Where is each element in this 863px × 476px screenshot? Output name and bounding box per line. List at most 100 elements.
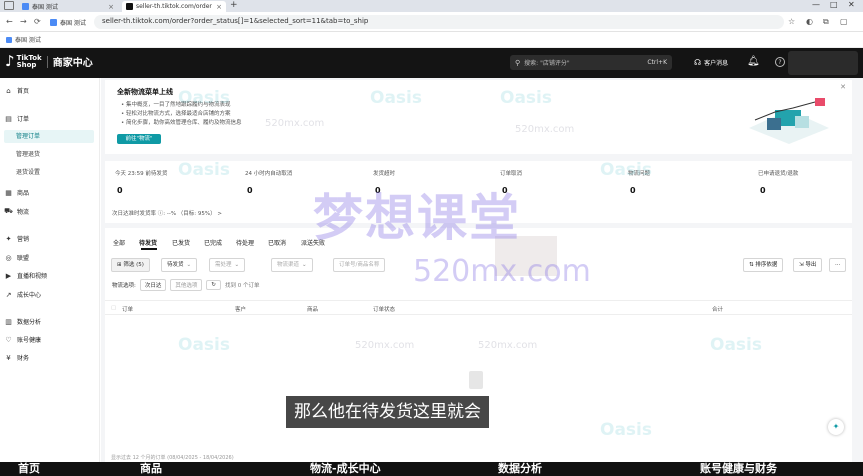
sidebar-sub-manage-returns[interactable]: 管理退货 (4, 148, 94, 161)
minimize-button[interactable]: — (812, 0, 820, 9)
tab-cancelled[interactable]: 已取消 (268, 238, 286, 247)
banner-bullet-text: 轻松对比物流方式，选择最适合店铺的方案 (126, 111, 231, 117)
sidebar-item-label: 物流 (17, 209, 30, 216)
watermark-url-small: 520mx.com (265, 118, 325, 129)
assistant-fab-icon[interactable]: ✦ (828, 419, 844, 435)
sidebar-sub-return-settings[interactable]: 退货设置 (4, 166, 94, 179)
next-day-ontime-rate[interactable]: 次日达准时发货率 ⓘ: --% （目标: 95%） > (112, 209, 222, 217)
maximize-button[interactable]: □ (830, 0, 838, 9)
go-to-logistics-button[interactable]: 前往"物流" (117, 134, 161, 144)
global-search-input[interactable]: ⚲ 搜索: "店铺评分" Ctrl+K (510, 55, 672, 70)
shipping-channel-value: 物流渠道 (277, 262, 300, 268)
status-select-value: 待发货 (167, 262, 184, 268)
bell-icon[interactable]: 🔔︎ (747, 56, 760, 67)
process-select[interactable]: 需处理 ⌄ (209, 258, 246, 272)
option-other[interactable]: 其他选项 (170, 279, 203, 291)
reload-button[interactable]: ⟳ (34, 17, 41, 26)
close-window-button[interactable]: ✕ (848, 0, 855, 9)
logo-divider (46, 55, 48, 68)
course-chapter-strip: 首页 商品 物流-成长中心 数据分析 账号健康与财务 (0, 462, 863, 476)
extension-icon[interactable]: ◐ (806, 17, 813, 26)
window-menu-icon[interactable] (4, 1, 14, 10)
watermark-logo: Oasis (710, 335, 762, 355)
process-select-value: 需处理 (215, 262, 232, 268)
sidebar-item-growth[interactable]: ↗ 成长中心 (4, 290, 42, 300)
chapter-label: 商品 (140, 462, 162, 475)
bookmark-label: 泰国 测试 (15, 37, 41, 44)
sidebar-item-affiliate[interactable]: ◎ 联盟 (4, 253, 29, 263)
products-icon: ▦ (5, 188, 12, 197)
stat-value[interactable]: 0 (117, 186, 123, 195)
tab-pending[interactable]: 待处理 (236, 238, 254, 247)
browser-tab-1[interactable]: 泰国 测试 × (18, 1, 118, 12)
sidebar-item-home[interactable]: ⌂ 首页 (4, 86, 29, 96)
banner-illustration (749, 98, 829, 144)
logistics-option-label: 物流选项: (112, 283, 136, 289)
select-all-checkbox[interactable]: ▢ (111, 305, 116, 311)
watermark-logo: Oasis (178, 88, 230, 108)
seller-center-title: 商家中心 (52, 58, 93, 69)
url-bar[interactable]: seller-th.tiktok.com/order?order_status[… (94, 15, 784, 29)
sidebar-item-analytics[interactable]: ▥ 数据分析 (4, 317, 41, 327)
browser-address-row: ← → ⟳ 泰国 测试 seller-th.tiktok.com/order?o… (0, 12, 863, 32)
sidebar-item-label: 账号健康 (17, 337, 42, 344)
tab-favicon (22, 3, 29, 10)
more-options-button[interactable]: ··· (829, 258, 847, 272)
browser-tab-2[interactable]: seller-th.tiktok.com/order × (122, 1, 226, 12)
sidebar-item-orders[interactable]: ▤ 订单 (4, 114, 29, 124)
refresh-icon[interactable]: ↻ (206, 280, 221, 290)
sidebar-item-finance[interactable]: ¥ 财务 (4, 353, 29, 363)
order-search-placeholder: 订单号/商品名称 (339, 262, 380, 268)
profile-chip-label: 泰国 测试 (60, 19, 86, 27)
customer-messages-button[interactable]: ☊ 客户消息 (694, 58, 728, 67)
stat-value[interactable]: 0 (760, 186, 766, 195)
shipping-channel-select[interactable]: 物流渠道 ⌄ (271, 258, 313, 272)
sidebar-item-products[interactable]: ▦ 商品 (4, 188, 29, 198)
forward-button[interactable]: → (20, 17, 27, 26)
export-button[interactable]: ⇲ 导出 (793, 258, 823, 272)
extensions-puzzle-icon[interactable]: ⧉ (823, 17, 829, 27)
account-menu[interactable] (788, 51, 858, 75)
banner-close-icon[interactable]: ✕ (840, 83, 846, 91)
tab-shipped[interactable]: 已发货 (172, 238, 190, 247)
tab-title: seller-th.tiktok.com/order (136, 3, 212, 10)
logo-wordmark: TikTok Shop (17, 54, 42, 69)
tiktok-favicon (126, 3, 133, 10)
sidebar-item-account-health[interactable]: ♡ 账号健康 (4, 335, 42, 345)
bookmark-item[interactable]: 泰国 测试 (6, 35, 41, 44)
order-search-input[interactable]: 订单号/商品名称 (333, 258, 386, 272)
sort-button[interactable]: ⇅ 排序依据 (743, 258, 784, 272)
date-range-note: 显示过去 12 个月的订单 (08/04/2025 - 18/04/2026) (111, 455, 234, 461)
profile-chip[interactable]: 泰国 测试 (50, 16, 86, 28)
tab-to-ship[interactable]: 待发货 (139, 238, 157, 247)
option-next-day[interactable]: 次日达 (139, 279, 167, 291)
orders-icon: ▤ (5, 114, 12, 123)
search-placeholder: 搜索: "店铺评分" (524, 60, 570, 67)
tab-completed[interactable]: 已完成 (204, 238, 222, 247)
marketing-icon: ✦ (5, 234, 12, 243)
bookmark-star-icon[interactable]: ☆ (788, 17, 795, 26)
sidebar-sub-manage-orders[interactable]: 管理订单 (4, 130, 94, 143)
app-header: ♪ TikTok Shop 商家中心 ⚲ 搜索: "店铺评分" Ctrl+K ☊… (0, 48, 863, 78)
customer-messages-label: 客户消息 (704, 60, 729, 67)
filter-button[interactable]: ⊞ 筛选 (5) (111, 258, 150, 272)
sidebar-item-live-video[interactable]: ▶ 直播和视频 (4, 271, 47, 281)
help-icon[interactable]: ? (775, 57, 785, 67)
stat-label: 发货超时 (373, 171, 396, 177)
sidebar-item-logistics[interactable]: ⛟ 物流 (4, 207, 29, 216)
sidebar-item-marketing[interactable]: ✦ 营销 (4, 234, 29, 244)
sidebar-item-label: 成长中心 (17, 292, 42, 299)
stat-value[interactable]: 0 (247, 186, 253, 195)
close-tab-icon[interactable]: × (216, 3, 222, 11)
stat-value[interactable]: 0 (630, 186, 636, 195)
watermark-main: 梦想课堂 (313, 189, 521, 247)
tab-all[interactable]: 全部 (113, 238, 125, 247)
home-icon: ⌂ (6, 86, 11, 95)
status-select[interactable]: 待发货 ⌄ (161, 258, 198, 272)
tiktok-shop-logo[interactable]: ♪ TikTok Shop 商家中心 (5, 54, 93, 70)
close-tab-icon[interactable]: × (108, 3, 114, 11)
back-button[interactable]: ← (6, 17, 13, 26)
watermark-logo: Oasis (500, 88, 552, 108)
new-tab-button[interactable]: + (230, 0, 238, 10)
sidepanel-icon[interactable]: ▢ (840, 17, 848, 26)
